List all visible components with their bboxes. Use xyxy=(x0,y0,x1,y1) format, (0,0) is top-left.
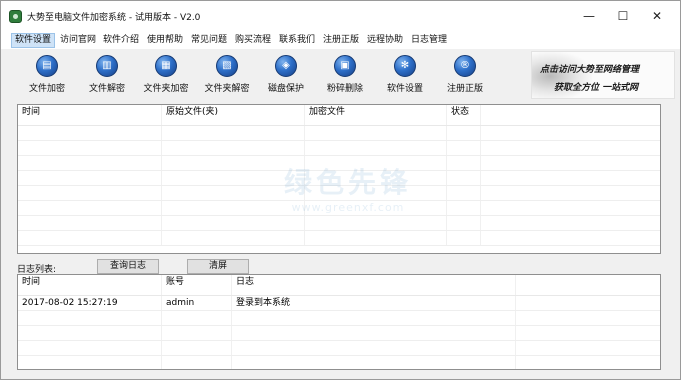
app-window: 大势至电脑文件加密系统 - 试用版本 - V2.0 — ☐ ✕ 软件设置 访问官… xyxy=(0,0,681,380)
menu-software-settings[interactable]: 软件设置 xyxy=(11,33,56,48)
window-title: 大势至电脑文件加密系统 - 试用版本 - V2.0 xyxy=(27,13,201,23)
log-time-cell: 2017-08-02 15:27:19 xyxy=(18,296,162,310)
title-bar: 大势至电脑文件加密系统 - 试用版本 - V2.0 — ☐ ✕ xyxy=(1,1,680,31)
folder-unlock-icon: ▧ xyxy=(216,55,238,77)
menu-bar: 软件设置 访问官网 软件介绍 使用帮助 常见问题 购买流程 联系我们 注册正版 … xyxy=(1,31,680,49)
table-row xyxy=(18,156,660,171)
log-table-header: 时间 账号 日志 xyxy=(18,275,660,296)
log-row xyxy=(18,311,660,326)
shred-delete-button[interactable]: ▣ 粉碎删除 xyxy=(314,55,376,99)
log-row xyxy=(18,356,660,369)
menu-faq[interactable]: 常见问题 xyxy=(188,33,230,48)
banner-line-2: 获取全方位 一站式网 xyxy=(554,83,639,93)
column-header-status[interactable]: 状态 xyxy=(447,105,481,125)
shredder-icon: ▣ xyxy=(334,55,356,77)
menu-purchase-process[interactable]: 购买流程 xyxy=(232,33,274,48)
menu-visit-website[interactable]: 访问官网 xyxy=(57,33,99,48)
folder-encrypt-button[interactable]: ▦ 文件夹加密 xyxy=(135,55,197,99)
file-encrypt-label: 文件加密 xyxy=(28,84,65,94)
app-logo-icon xyxy=(9,10,22,23)
column-header-time[interactable]: 时间 xyxy=(18,105,162,125)
register-label: 注册正版 xyxy=(446,84,483,94)
table-row xyxy=(18,201,660,216)
log-row xyxy=(18,326,660,341)
table-row xyxy=(18,141,660,156)
promo-banner[interactable]: 点击访问大势至网络管理 获取全方位 一站式网 xyxy=(531,51,675,99)
banner-line-1: 点击访问大势至网络管理 xyxy=(540,65,640,75)
file-unlock-icon: ▥ xyxy=(96,55,118,77)
gear-icon: ✻ xyxy=(394,55,416,77)
log-row[interactable]: 2017-08-02 15:27:19 admin 登录到本系统 xyxy=(18,296,660,311)
table-row xyxy=(18,126,660,141)
column-header-account[interactable]: 账号 xyxy=(162,275,232,295)
shred-delete-label: 粉碎删除 xyxy=(326,84,363,94)
file-decrypt-button[interactable]: ▥ 文件解密 xyxy=(76,55,138,99)
disk-protect-label: 磁盘保护 xyxy=(267,84,304,94)
table-row xyxy=(18,231,660,246)
folder-decrypt-button[interactable]: ▧ 文件夹解密 xyxy=(196,55,258,99)
column-header-log-time[interactable]: 时间 xyxy=(18,275,162,295)
menu-help[interactable]: 使用帮助 xyxy=(144,33,186,48)
file-encrypt-button[interactable]: ▤ 文件加密 xyxy=(16,55,78,99)
file-lock-icon: ▤ xyxy=(36,55,58,77)
log-account-cell: admin xyxy=(162,296,232,310)
folder-encrypt-label: 文件夹加密 xyxy=(143,84,189,94)
query-log-button[interactable]: 查询日志 xyxy=(97,259,159,274)
log-row xyxy=(18,341,660,356)
registered-icon: ® xyxy=(454,55,476,77)
minimize-button[interactable]: — xyxy=(579,7,599,25)
clear-screen-button[interactable]: 清屏 xyxy=(187,259,249,274)
table-row xyxy=(18,186,660,201)
disk-protect-button[interactable]: ◈ 磁盘保护 xyxy=(255,55,317,99)
menu-remote-assist[interactable]: 远程协助 xyxy=(364,33,406,48)
maximize-button[interactable]: ☐ xyxy=(613,7,633,25)
table-row xyxy=(18,216,660,231)
menu-software-intro[interactable]: 软件介绍 xyxy=(100,33,142,48)
menu-log-management[interactable]: 日志管理 xyxy=(408,33,450,48)
folder-lock-icon: ▦ xyxy=(155,55,177,77)
file-decrypt-label: 文件解密 xyxy=(88,84,125,94)
register-button[interactable]: ® 注册正版 xyxy=(434,55,496,99)
encryption-table[interactable]: 时间 原始文件(夹) 加密文件 状态 xyxy=(17,104,661,254)
menu-contact-us[interactable]: 联系我们 xyxy=(276,33,318,48)
column-header-encrypted-file[interactable]: 加密文件 xyxy=(305,105,447,125)
software-settings-button[interactable]: ✻ 软件设置 xyxy=(374,55,436,99)
menu-register[interactable]: 注册正版 xyxy=(320,33,362,48)
software-settings-label: 软件设置 xyxy=(386,84,423,94)
table-header: 时间 原始文件(夹) 加密文件 状态 xyxy=(18,105,660,126)
table-row xyxy=(18,171,660,186)
log-table[interactable]: 时间 账号 日志 2017-08-02 15:27:19 admin 登录到本系… xyxy=(17,274,661,370)
close-button[interactable]: ✕ xyxy=(647,7,667,25)
column-header-original-file[interactable]: 原始文件(夹) xyxy=(162,105,305,125)
folder-decrypt-label: 文件夹解密 xyxy=(204,84,250,94)
disk-shield-icon: ◈ xyxy=(275,55,297,77)
column-header-log[interactable]: 日志 xyxy=(232,275,516,295)
log-message-cell: 登录到本系统 xyxy=(232,296,516,310)
